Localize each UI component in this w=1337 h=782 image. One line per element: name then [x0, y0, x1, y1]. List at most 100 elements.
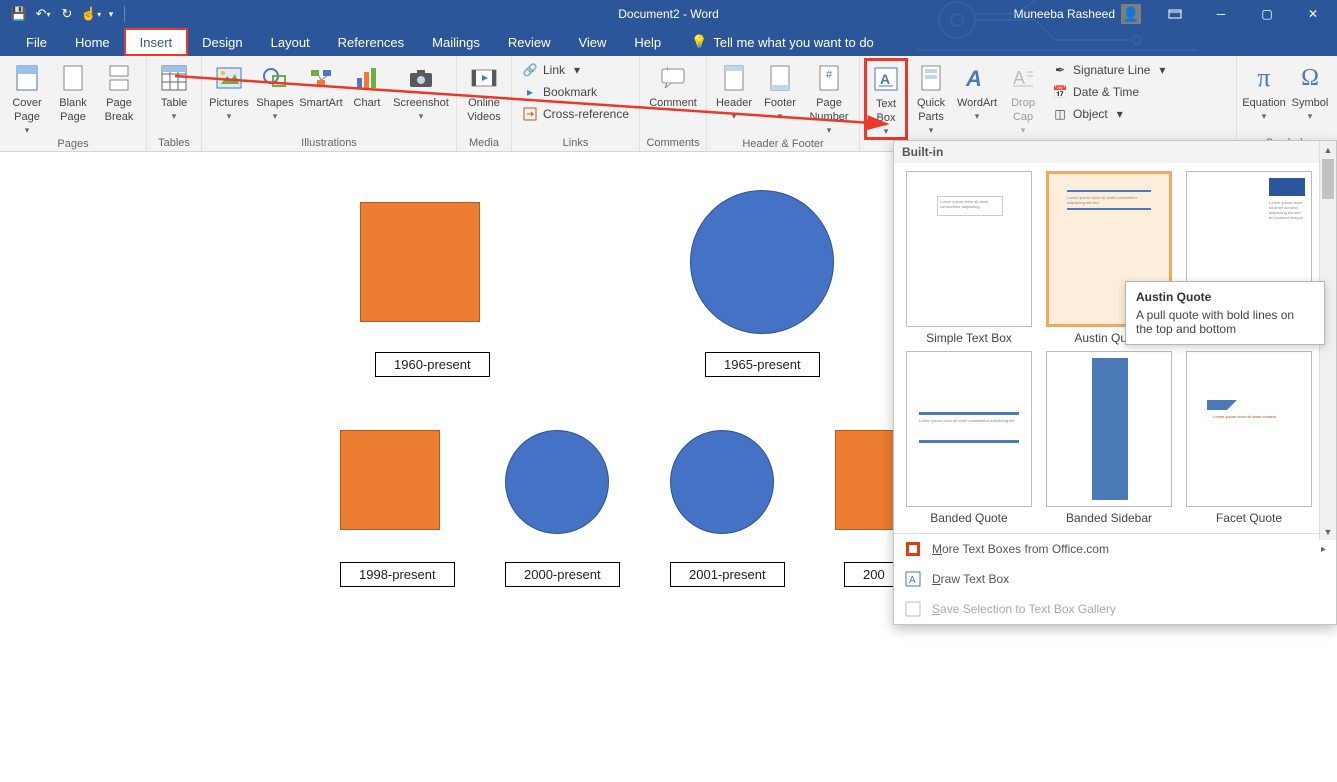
wordart-button[interactable]: AWordArt▾ — [954, 58, 1000, 122]
drop-cap-button[interactable]: ADrop Cap▾ — [1000, 58, 1046, 136]
header-button[interactable]: Header▾ — [711, 58, 757, 122]
gallery-item-banded-sidebar[interactable]: Banded Sidebar — [1044, 351, 1174, 525]
link-button[interactable]: 🔗Link ▾ — [516, 60, 635, 80]
cross-reference-button[interactable]: Cross-reference — [516, 104, 635, 124]
quick-parts-icon — [915, 62, 947, 94]
draw-text-box-button[interactable]: A Draw Text Box — [894, 564, 1336, 594]
qat-customize-icon[interactable]: ▾ — [104, 3, 118, 25]
signature-icon: ✒ — [1052, 62, 1068, 78]
tab-review[interactable]: Review — [494, 28, 565, 56]
group-links: 🔗Link ▾ ▸Bookmark Cross-reference Links — [512, 56, 640, 151]
gallery-item-simple-text-box[interactable]: Lorem ipsum dolor sit amet consectetur a… — [904, 171, 1034, 345]
svg-text:A: A — [909, 575, 916, 586]
page-break-button[interactable]: Page Break — [96, 58, 142, 125]
group-label-comments: Comments — [644, 135, 702, 151]
qat-redo-icon[interactable]: ↻ — [56, 3, 78, 25]
bookmark-button[interactable]: ▸Bookmark — [516, 82, 635, 102]
date-time-button[interactable]: 📅Date & Time — [1046, 82, 1171, 102]
screenshot-icon — [405, 62, 437, 94]
group-pages: Cover Page▾ Blank Page Page Break Pages — [0, 56, 147, 151]
shape-circle[interactable] — [670, 430, 774, 534]
object-button[interactable]: ◫Object ▾ — [1046, 104, 1171, 124]
tab-mailings[interactable]: Mailings — [418, 28, 494, 56]
dropdown-footer: More Text Boxes from Office.com ▸ A Draw… — [894, 533, 1336, 624]
shape-square[interactable] — [340, 430, 440, 530]
equation-icon: π — [1248, 62, 1280, 94]
blank-page-button[interactable]: Blank Page — [50, 58, 96, 125]
more-text-boxes-button[interactable]: More Text Boxes from Office.com ▸ — [894, 534, 1336, 564]
shape-circle[interactable] — [690, 190, 834, 334]
shape-circle[interactable] — [505, 430, 609, 534]
gallery-item-banded-quote[interactable]: Lorem ipsum dolor sit amet consectetur a… — [904, 351, 1034, 525]
smartart-icon — [305, 62, 337, 94]
table-button[interactable]: Table▾ — [151, 58, 197, 122]
smartart-button[interactable]: SmartArt — [298, 58, 344, 111]
group-header-footer: Header▾ Footer▾ #Page Number▾ Header & F… — [707, 56, 860, 151]
tab-references[interactable]: References — [324, 28, 418, 56]
date-icon: 📅 — [1052, 84, 1068, 100]
maximize-button[interactable]: ▢ — [1247, 0, 1287, 28]
tab-design[interactable]: Design — [188, 28, 256, 56]
group-label-pages: Pages — [4, 136, 142, 152]
qat-undo-icon[interactable]: ↶▾ — [32, 3, 54, 25]
screenshot-button[interactable]: Screenshot▾ — [390, 58, 452, 122]
signature-line-button[interactable]: ✒Signature Line ▾ — [1046, 60, 1171, 80]
cover-page-button[interactable]: Cover Page▾ — [4, 58, 50, 136]
shapes-icon — [259, 62, 291, 94]
scroll-down-icon[interactable]: ▼ — [1320, 523, 1336, 540]
svg-text:A: A — [965, 66, 982, 91]
qat-save-icon[interactable]: 💾 — [8, 3, 30, 25]
link-icon: 🔗 — [522, 62, 538, 78]
group-text: AText Box▾ Quick Parts▾ AWordArt▾ ADrop … — [860, 56, 1175, 151]
caption[interactable]: 2000-present — [505, 562, 620, 587]
group-label-header-footer: Header & Footer — [711, 136, 855, 152]
user-account[interactable]: Muneeba Rasheed 👤 — [1006, 4, 1149, 24]
titlebar: 💾 ↶▾ ↻ ☝▾ ▾ Document2 - Word Muneeba Ras… — [0, 0, 1337, 28]
tooltip-title: Austin Quote — [1136, 290, 1314, 304]
tab-layout[interactable]: Layout — [257, 28, 324, 56]
blank-page-icon — [57, 62, 89, 94]
page-number-button[interactable]: #Page Number▾ — [803, 58, 855, 136]
tab-home[interactable]: Home — [61, 28, 124, 56]
caption[interactable]: 1965-present — [705, 352, 820, 377]
page-break-icon — [103, 62, 135, 94]
gallery-item-facet-quote[interactable]: Lorem ipsum dolor sit amet consect Facet… — [1184, 351, 1314, 525]
drop-cap-icon: A — [1007, 62, 1039, 94]
film-icon — [468, 62, 500, 94]
svg-text:A: A — [880, 71, 890, 87]
group-tables: Table▾ Tables — [147, 56, 202, 151]
minimize-button[interactable]: ─ — [1201, 0, 1241, 28]
caption[interactable]: 1960-present — [375, 352, 490, 377]
caption[interactable]: 2001-present — [670, 562, 785, 587]
tell-me-search[interactable]: 💡 Tell me what you want to do — [675, 28, 874, 56]
tab-insert[interactable]: Insert — [124, 28, 189, 56]
qat-touch-icon[interactable]: ☝▾ — [80, 3, 102, 25]
close-button[interactable]: ✕ — [1293, 0, 1333, 28]
online-videos-button[interactable]: Online Videos — [461, 58, 507, 125]
table-icon — [158, 62, 190, 94]
text-box-icon: A — [870, 63, 902, 95]
tab-file[interactable]: File — [12, 28, 61, 56]
equation-button[interactable]: πEquation▾ — [1241, 58, 1287, 122]
caption[interactable]: 200 — [844, 562, 894, 587]
caption[interactable]: 1998-present — [340, 562, 455, 587]
ribbon-display-icon[interactable] — [1155, 0, 1195, 28]
tab-view[interactable]: View — [564, 28, 620, 56]
tooltip-austin-quote: Austin Quote A pull quote with bold line… — [1125, 281, 1325, 345]
shape-square[interactable] — [360, 202, 480, 322]
text-box-button[interactable]: AText Box▾ — [864, 58, 908, 140]
scroll-up-icon[interactable]: ▲ — [1320, 141, 1336, 158]
shapes-button[interactable]: Shapes▾ — [252, 58, 298, 122]
symbol-button[interactable]: ΩSymbol▾ — [1287, 58, 1333, 122]
user-name: Muneeba Rasheed — [1014, 7, 1115, 21]
symbol-icon: Ω — [1294, 62, 1326, 94]
tab-help[interactable]: Help — [620, 28, 675, 56]
footer-button[interactable]: Footer▾ — [757, 58, 803, 122]
wordart-icon: A — [961, 62, 993, 94]
pictures-button[interactable]: Pictures▾ — [206, 58, 252, 122]
quick-parts-button[interactable]: Quick Parts▾ — [908, 58, 954, 136]
scroll-thumb[interactable] — [1322, 159, 1334, 199]
comment-button[interactable]: +Comment — [644, 58, 702, 111]
chart-button[interactable]: Chart — [344, 58, 390, 111]
svg-text:A: A — [1013, 68, 1025, 88]
